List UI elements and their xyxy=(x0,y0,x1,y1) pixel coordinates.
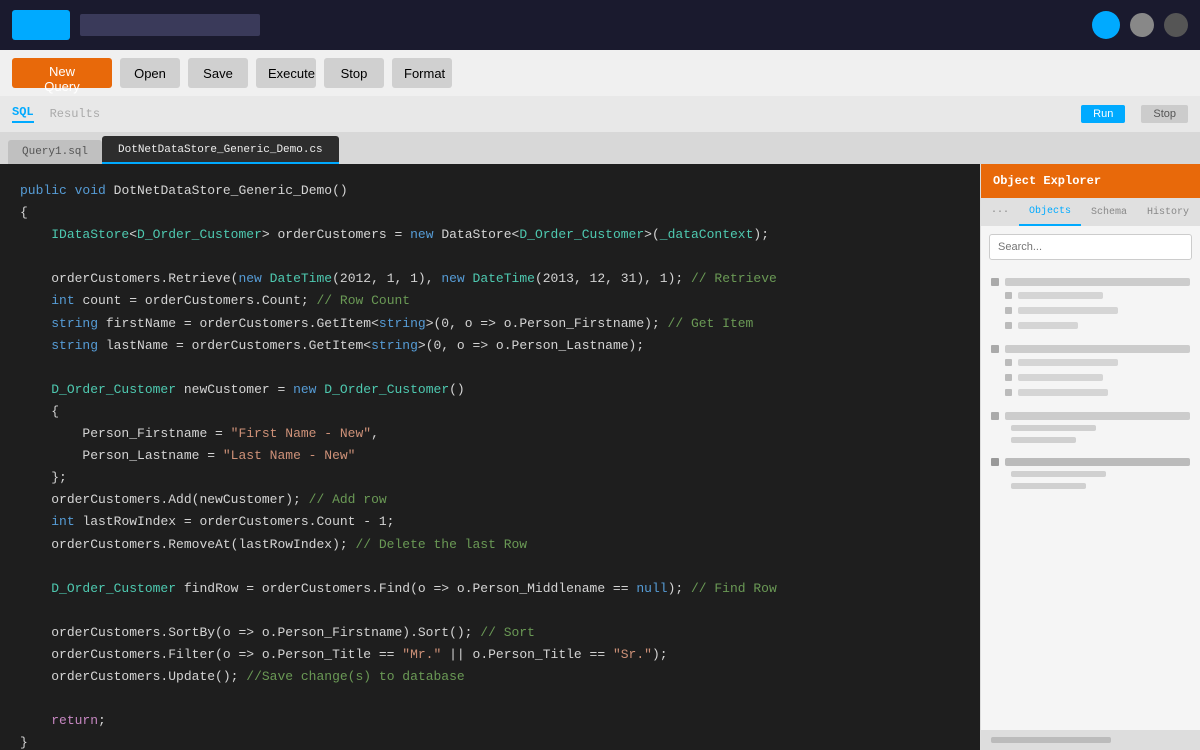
list-item[interactable] xyxy=(981,318,1200,333)
run-button[interactable]: Run xyxy=(1081,105,1125,123)
code-line-lastname: string lastName = orderCustomers.GetItem… xyxy=(20,335,960,357)
section-label-2 xyxy=(1005,345,1190,353)
code-line-pfirstname: Person_Firstname = "First Name - New", xyxy=(20,423,960,445)
tab-demo-cs[interactable]: DotNetDataStore_Generic_Demo.cs xyxy=(102,136,339,164)
code-line-retrieve: orderCustomers.Retrieve(new DateTime(201… xyxy=(20,268,960,290)
format-button[interactable]: Format xyxy=(392,58,452,88)
code-line-dorder: D_Order_Customer newCustomer = new D_Ord… xyxy=(20,379,960,401)
sidebar-bottom-bar xyxy=(981,730,1200,750)
right-sidebar: Object Explorer ··· Objects Schema Histo… xyxy=(980,164,1200,750)
section-label-3 xyxy=(1005,412,1190,420)
stop-secondary-button[interactable]: Stop xyxy=(1141,105,1188,123)
tab-results[interactable]: Results xyxy=(50,107,100,121)
app-title xyxy=(80,14,260,36)
sidebar-search-container xyxy=(981,226,1200,268)
code-editor[interactable]: public void DotNetDataStore_Generic_Demo… xyxy=(0,164,980,750)
code-line-findrow: D_Order_Customer findRow = orderCustomer… xyxy=(20,578,960,600)
code-line-blank1 xyxy=(20,246,960,268)
top-bar xyxy=(0,0,1200,50)
section-icon-3 xyxy=(991,412,999,420)
code-line-filter: orderCustomers.Filter(o => o.Person_Titl… xyxy=(20,644,960,666)
code-line-plastname: Person_Lastname = "Last Name - New" xyxy=(20,445,960,467)
sidebar-search-input[interactable] xyxy=(989,234,1192,260)
sidebar-tab-schema[interactable]: Schema xyxy=(1081,198,1137,226)
code-line-sortby: orderCustomers.SortBy(o => o.Person_Firs… xyxy=(20,622,960,644)
app-logo xyxy=(12,10,70,40)
code-line-blank2 xyxy=(20,357,960,379)
sidebar-tab-objects[interactable]: Objects xyxy=(1019,198,1081,226)
code-line-blank5 xyxy=(20,688,960,710)
code-line-3: IDataStore<D_Order_Customer> orderCustom… xyxy=(20,224,960,246)
code-line-return: return; xyxy=(20,710,960,732)
code-line-removeat: orderCustomers.RemoveAt(lastRowIndex); /… xyxy=(20,534,960,556)
sidebar-tab-history[interactable]: History xyxy=(1137,198,1199,226)
code-line-end: } xyxy=(20,732,960,750)
code-line-1: public void DotNetDataStore_Generic_Demo… xyxy=(20,180,960,202)
sidebar-tab-objects-inactive-left[interactable]: ··· xyxy=(981,198,1019,226)
code-line-blank4 xyxy=(20,600,960,622)
main-layout: public void DotNetDataStore_Generic_Demo… xyxy=(0,164,1200,750)
code-line-brace-close: }; xyxy=(20,467,960,489)
new-query-button[interactable]: New Query xyxy=(12,58,112,88)
section-label-4 xyxy=(1005,458,1190,466)
sidebar-section-4 xyxy=(981,446,1200,468)
section-icon-4 xyxy=(991,458,999,466)
list-item[interactable] xyxy=(981,385,1200,400)
sidebar-section-2 xyxy=(981,333,1200,355)
section-icon-1 xyxy=(991,278,999,286)
sidebar-section-1 xyxy=(981,272,1200,288)
list-item[interactable] xyxy=(981,422,1200,434)
tab-row: Query1.sql DotNetDataStore_Generic_Demo.… xyxy=(0,132,1200,164)
open-button[interactable]: Open xyxy=(120,58,180,88)
code-line-update: orderCustomers.Update(); //Save change(s… xyxy=(20,666,960,688)
user-avatar[interactable] xyxy=(1092,11,1120,39)
section-label-1 xyxy=(1005,278,1190,286)
sidebar-tabs: ··· Objects Schema History xyxy=(981,198,1200,226)
code-line-brace-open: { xyxy=(20,401,960,423)
sidebar-status-line xyxy=(991,737,1111,743)
code-line-2: { xyxy=(20,202,960,224)
list-item[interactable] xyxy=(981,303,1200,318)
menu-icon[interactable] xyxy=(1164,13,1188,37)
section-icon-2 xyxy=(991,345,999,353)
sidebar-list xyxy=(981,268,1200,730)
secondary-toolbar: SQL Results Run Stop xyxy=(0,96,1200,132)
tab-query1[interactable]: Query1.sql xyxy=(8,140,102,164)
sidebar-header: Object Explorer xyxy=(981,164,1200,198)
settings-icon[interactable] xyxy=(1130,13,1154,37)
code-line-blank3 xyxy=(20,556,960,578)
code-line-lastrowindex: int lastRowIndex = orderCustomers.Count … xyxy=(20,511,960,533)
list-item[interactable] xyxy=(981,434,1200,446)
main-toolbar: New Query Open Save Execute Stop Format xyxy=(0,50,1200,96)
list-item[interactable] xyxy=(981,468,1200,480)
sidebar-section-3 xyxy=(981,400,1200,422)
save-button[interactable]: Save xyxy=(188,58,248,88)
code-line-addrow: orderCustomers.Add(newCustomer); // Add … xyxy=(20,489,960,511)
stop-button[interactable]: Stop xyxy=(324,58,384,88)
list-item[interactable] xyxy=(981,355,1200,370)
tab-sql[interactable]: SQL xyxy=(12,105,34,123)
execute-button[interactable]: Execute xyxy=(256,58,316,88)
list-item[interactable] xyxy=(981,370,1200,385)
code-line-rowcount: int count = orderCustomers.Count; // Row… xyxy=(20,290,960,312)
list-item[interactable] xyxy=(981,288,1200,303)
list-item[interactable] xyxy=(981,480,1200,492)
code-line-firstname: string firstName = orderCustomers.GetIte… xyxy=(20,313,960,335)
